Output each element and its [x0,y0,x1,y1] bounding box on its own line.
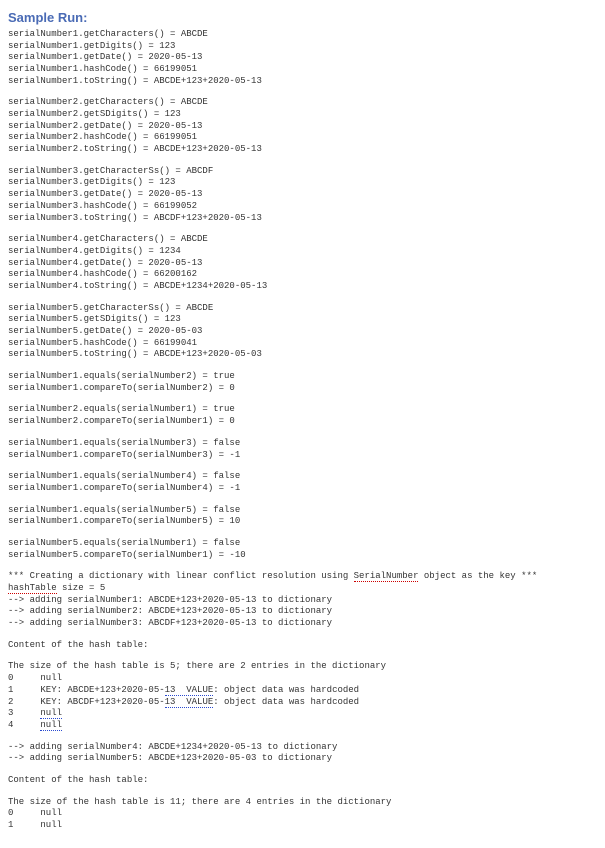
output-line: serialNumber1.compareTo(serialNumber3) =… [8,450,597,462]
table-intro: The size of the hash table is 5; there a… [8,661,597,673]
output-line: serialNumber1.equals(serialNumber4) = fa… [8,471,597,483]
block-cmp6: serialNumber5.equals(serialNumber1) = fa… [8,538,597,561]
output-line: serialNumber5.hashCode() = 66199041 [8,338,597,350]
table-intro: The size of the hash table is 11; there … [8,797,597,809]
table-row: 2 KEY: ABCDF+123+2020-05-13 VALUE: objec… [8,697,597,709]
output-line: --> adding serialNumber4: ABCDE+1234+202… [8,742,597,754]
output-line: serialNumber5.getDate() = 2020-05-03 [8,326,597,338]
sample-run-heading: Sample Run: [8,10,597,27]
output-line: serialNumber5.toString() = ABCDE+123+202… [8,349,597,361]
output-line: serialNumber3.getCharacterSs() = ABCDF [8,166,597,178]
grammar-word: 13 VALUE [165,697,214,708]
output-line: serialNumber5.getSDigits() = 123 [8,314,597,326]
block-cmp4: serialNumber1.equals(serialNumber4) = fa… [8,471,597,494]
block-cmp2: serialNumber2.equals(serialNumber1) = tr… [8,404,597,427]
output-line: serialNumber2.getSDigits() = 123 [8,109,597,121]
grammar-word: null [40,720,62,731]
content-header: Content of the hash table: [8,775,597,787]
output-line: serialNumber1.toString() = ABCDE+123+202… [8,76,597,88]
block-serial3: serialNumber3.getCharacterSs() = ABCDF s… [8,166,597,224]
output-line: serialNumber5.equals(serialNumber1) = fa… [8,538,597,550]
output-line: serialNumber5.getCharacterSs() = ABCDE [8,303,597,315]
output-line: serialNumber1.getDigits() = 123 [8,41,597,53]
table1-body: The size of the hash table is 5; there a… [8,661,597,731]
row-post: : object data was hardcoded [213,685,359,695]
output-line: serialNumber3.getDigits() = 123 [8,177,597,189]
block-serial2: serialNumber2.getCharacters() = ABCDE se… [8,97,597,155]
output-line: --> adding serialNumber2: ABCDE+123+2020… [8,606,597,618]
row-post: : object data was hardcoded [213,697,359,707]
output-line: serialNumber1.equals(serialNumber3) = fa… [8,438,597,450]
output-line: serialNumber1.compareTo(serialNumber4) =… [8,483,597,495]
hashtable-size-line: hashTable size = 5 [8,583,597,595]
table-row: 3 null [8,708,597,720]
row-pre: 1 KEY: ABCDE+123+2020-05- [8,685,165,695]
output-line: serialNumber2.toString() = ABCDE+123+202… [8,144,597,156]
table-row: 0 null [8,673,597,685]
dict-create-line: *** Creating a dictionary with linear co… [8,571,597,583]
table-row: 1 KEY: ABCDE+123+2020-05-13 VALUE: objec… [8,685,597,697]
output-line: serialNumber4.getDigits() = 1234 [8,246,597,258]
dictionary-header: *** Creating a dictionary with linear co… [8,571,597,629]
output-line: serialNumber1.compareTo(serialNumber2) =… [8,383,597,395]
output-line: --> adding serialNumber3: ABCDF+123+2020… [8,618,597,630]
block-serial1: serialNumber1.getCharacters() = ABCDE se… [8,29,597,87]
table2-content: Content of the hash table: [8,775,597,787]
table2-body: The size of the hash table is 11; there … [8,797,597,832]
output-line: serialNumber1.getDate() = 2020-05-13 [8,52,597,64]
block-serial4: serialNumber4.getCharacters() = ABCDE se… [8,234,597,292]
table-row: 1 null [8,820,597,832]
dict-suffix: object as the key *** [418,571,537,581]
output-line: --> adding serialNumber1: ABCDE+123+2020… [8,595,597,607]
block-serial5: serialNumber5.getCharacterSs() = ABCDE s… [8,303,597,361]
output-line: serialNumber1.hashCode() = 66199051 [8,64,597,76]
output-line: serialNumber4.toString() = ABCDE+1234+20… [8,281,597,293]
block-cmp3: serialNumber1.equals(serialNumber3) = fa… [8,438,597,461]
table-row: 0 null [8,808,597,820]
output-line: serialNumber1.compareTo(serialNumber5) =… [8,516,597,528]
output-line: serialNumber4.hashCode() = 66200162 [8,269,597,281]
table1-content: Content of the hash table: [8,640,597,652]
output-line: --> adding serialNumber5: ABCDE+123+2020… [8,753,597,765]
output-line: serialNumber3.getDate() = 2020-05-13 [8,189,597,201]
output-line: serialNumber3.hashCode() = 66199052 [8,201,597,213]
output-line: serialNumber2.equals(serialNumber1) = tr… [8,404,597,416]
content-header: Content of the hash table: [8,640,597,652]
row-pre: 2 KEY: ABCDF+123+2020-05- [8,697,165,707]
block-cmp1: serialNumber1.equals(serialNumber2) = tr… [8,371,597,394]
row-pre: 3 [8,708,40,718]
output-line: serialNumber1.equals(serialNumber5) = fa… [8,505,597,517]
output-line: serialNumber2.hashCode() = 66199051 [8,132,597,144]
table-row: 4 null [8,720,597,732]
output-line: serialNumber2.getDate() = 2020-05-13 [8,121,597,133]
grammar-word: 13 VALUE [165,685,214,696]
output-line: serialNumber3.toString() = ABCDF+123+202… [8,213,597,225]
output-line: serialNumber2.compareTo(serialNumber1) =… [8,416,597,428]
block-cmp5: serialNumber1.equals(serialNumber5) = fa… [8,505,597,528]
hashtable-word: hashTable [8,583,57,594]
output-line: serialNumber1.equals(serialNumber2) = tr… [8,371,597,383]
adds2-block: --> adding serialNumber4: ABCDE+1234+202… [8,742,597,765]
dict-error-word: SerialNumber [354,571,419,582]
grammar-word: null [40,708,62,719]
output-line: serialNumber1.getCharacters() = ABCDE [8,29,597,41]
hashtable-size: size = 5 [57,583,106,593]
dict-prefix: *** Creating a dictionary with linear co… [8,571,354,581]
output-line: serialNumber4.getCharacters() = ABCDE [8,234,597,246]
output-line: serialNumber5.compareTo(serialNumber1) =… [8,550,597,562]
output-line: serialNumber2.getCharacters() = ABCDE [8,97,597,109]
row-pre: 4 [8,720,40,730]
output-line: serialNumber4.getDate() = 2020-05-13 [8,258,597,270]
